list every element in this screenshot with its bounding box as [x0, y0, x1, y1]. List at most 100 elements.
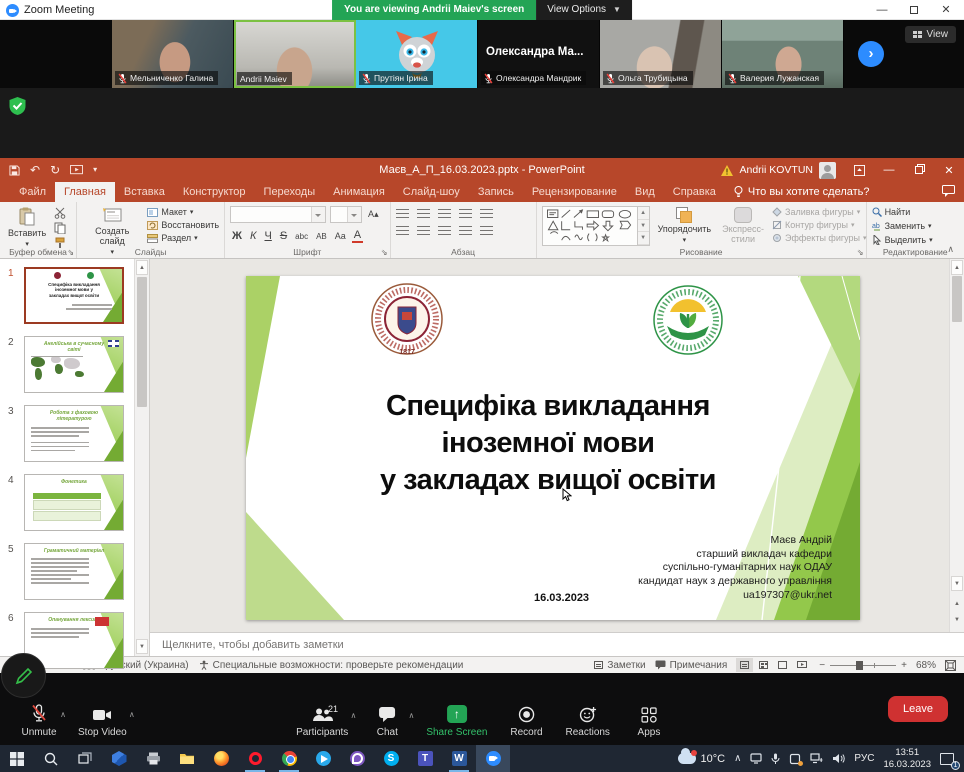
- character-spacing-button[interactable]: АВ: [314, 232, 329, 241]
- thumbnail-canvas[interactable]: Фонетика: [24, 474, 124, 531]
- participant-tile-active-speaker[interactable]: Andrii Maiev: [234, 20, 356, 88]
- paste-button[interactable]: Вставить ▾: [5, 206, 49, 250]
- account-avatar[interactable]: [819, 162, 836, 179]
- slide-scrollbar[interactable]: ▲ ▼ ▲ ▼: [949, 259, 964, 632]
- unmute-button[interactable]: Unmute ∧: [10, 700, 68, 740]
- participants-button[interactable]: Participants 21 ∧: [286, 701, 358, 740]
- tab-file[interactable]: Файл: [10, 182, 55, 202]
- thumbnail-canvas[interactable]: Англійська в сучасному світі: [24, 336, 124, 393]
- zoom-slider[interactable]: −+: [819, 660, 907, 671]
- taskbar-app-firefox[interactable]: [204, 745, 238, 772]
- shapes-gallery-scroll[interactable]: ▲▼▼: [638, 206, 650, 246]
- tab-record[interactable]: Запись: [469, 182, 523, 202]
- taskbar-app-teams[interactable]: T: [408, 745, 442, 772]
- tab-slideshow[interactable]: Слайд-шоу: [394, 182, 469, 202]
- gallery-down-icon[interactable]: ▼: [638, 220, 649, 233]
- minimize-button[interactable]: —: [866, 0, 898, 20]
- slide-thumbnail-1[interactable]: 1 Специфіка викладання іноземної мови у …: [6, 267, 149, 324]
- tab-animations[interactable]: Анимация: [324, 182, 394, 202]
- drawing-dialog-launcher[interactable]: ⇘: [857, 248, 864, 257]
- strikethrough-button[interactable]: S: [278, 230, 289, 242]
- taskbar-app-driverpack[interactable]: [102, 745, 136, 772]
- taskbar-app-viber[interactable]: [340, 745, 374, 772]
- action-center-button[interactable]: 1: [940, 753, 954, 765]
- tab-transitions[interactable]: Переходы: [255, 182, 325, 202]
- participants-chevron[interactable]: ∧: [350, 711, 356, 720]
- tab-help[interactable]: Справка: [664, 182, 725, 202]
- thumbnails-scrollbar[interactable]: ▲ ▼: [134, 259, 149, 656]
- taskbar-app-skype[interactable]: S: [374, 745, 408, 772]
- zoom-slider-track[interactable]: [830, 665, 896, 666]
- columns-icon[interactable]: [480, 226, 493, 235]
- font-dialog-launcher[interactable]: ⇘: [381, 248, 388, 257]
- arrange-button[interactable]: Упорядочить ▾: [655, 206, 715, 246]
- fit-slide-icon[interactable]: [945, 660, 956, 671]
- accessibility-status[interactable]: Специальные возможности: проверьте реком…: [199, 660, 464, 671]
- view-layout-button[interactable]: View: [905, 26, 957, 43]
- scroll-down-icon[interactable]: ▼: [951, 576, 963, 591]
- taskbar-app-word[interactable]: W: [442, 745, 476, 772]
- clipboard-dialog-launcher[interactable]: ⇘: [67, 248, 74, 257]
- zoom-in-icon[interactable]: +: [901, 660, 907, 671]
- search-button[interactable]: [34, 745, 68, 772]
- tray-microphone-icon[interactable]: [771, 753, 780, 765]
- chat-chevron[interactable]: ∧: [408, 711, 414, 720]
- participant-tile[interactable]: Валерия Лужанская: [722, 20, 844, 88]
- align-right-icon[interactable]: [438, 226, 451, 235]
- tray-volume-icon[interactable]: [832, 753, 845, 764]
- shape-outline-button[interactable]: Контур фигуры▾: [772, 220, 867, 230]
- taskbar-app-zoom[interactable]: [476, 745, 510, 772]
- bullets-icon[interactable]: [396, 209, 409, 218]
- close-button[interactable]: ✕: [930, 0, 962, 20]
- tell-me-search[interactable]: Что вы хотите сделать?: [725, 182, 879, 202]
- next-slide-icon[interactable]: ▼: [951, 612, 963, 627]
- tab-insert[interactable]: Вставка: [115, 182, 174, 202]
- taskbar-app-printer[interactable]: [136, 745, 170, 772]
- align-left-icon[interactable]: [396, 226, 409, 235]
- apps-button[interactable]: Apps: [620, 701, 678, 740]
- thumbnail-canvas[interactable]: Специфіка викладання іноземної мови у за…: [24, 267, 124, 324]
- tray-security-icon[interactable]: [789, 753, 801, 765]
- previous-slide-icon[interactable]: ▲: [951, 596, 963, 611]
- slide-thumbnail-5[interactable]: 5 Граматичний матеріал: [6, 543, 149, 600]
- tab-design[interactable]: Конструктор: [174, 182, 255, 202]
- maximize-button[interactable]: [898, 0, 930, 20]
- current-slide[interactable]: 1817 Специфі: [246, 276, 860, 620]
- share-screen-button[interactable]: ↑ Share Screen: [416, 701, 497, 740]
- increase-indent-icon[interactable]: [459, 209, 472, 218]
- align-center-icon[interactable]: [417, 226, 430, 235]
- next-participants-button[interactable]: ›: [858, 41, 884, 67]
- cut-icon[interactable]: [54, 207, 66, 219]
- slideshow-view-button[interactable]: [793, 658, 810, 672]
- thumbnail-canvas[interactable]: Граматичний матеріал: [24, 543, 124, 600]
- italic-button[interactable]: К: [248, 230, 258, 242]
- taskbar-app-file-explorer[interactable]: [170, 745, 204, 772]
- comments-button[interactable]: [942, 185, 955, 200]
- slide-title[interactable]: Специфіка викладання іноземної мови у за…: [246, 388, 850, 499]
- normal-view-button[interactable]: [736, 658, 753, 672]
- stop-video-button[interactable]: Stop Video ∧: [68, 700, 137, 740]
- bold-button[interactable]: Ж: [230, 230, 244, 242]
- gallery-up-icon[interactable]: ▲: [638, 207, 649, 220]
- line-spacing-icon[interactable]: [480, 209, 493, 218]
- taskbar-clock[interactable]: 13:51 16.03.2023: [883, 747, 931, 770]
- zoom-out-icon[interactable]: −: [819, 660, 825, 671]
- justify-icon[interactable]: [459, 226, 472, 235]
- underline-button[interactable]: Ч: [262, 230, 273, 242]
- font-color-button[interactable]: А: [352, 229, 363, 243]
- reading-view-button[interactable]: [774, 658, 791, 672]
- notes-toggle[interactable]: Заметки: [594, 660, 645, 671]
- taskbar-app-chrome[interactable]: [272, 745, 306, 772]
- security-shield-icon[interactable]: [8, 96, 27, 116]
- ppt-restore-button[interactable]: [904, 158, 934, 182]
- participant-tile[interactable]: Мельниченко Галина: [112, 20, 234, 88]
- change-case-button[interactable]: Aa: [333, 231, 348, 241]
- ppt-close-button[interactable]: ✕: [934, 158, 964, 182]
- slide-author-block[interactable]: Маєв Андрій старший викладач кафедри сус…: [638, 534, 832, 602]
- taskbar-app-telegram[interactable]: [306, 745, 340, 772]
- participant-tile[interactable]: Прутіян Ірина: [356, 20, 478, 88]
- unmute-options-chevron[interactable]: ∧: [60, 710, 66, 719]
- select-button[interactable]: Выделить▾: [872, 235, 933, 245]
- scroll-up-icon[interactable]: ▲: [951, 260, 963, 275]
- find-button[interactable]: Найти: [872, 207, 933, 217]
